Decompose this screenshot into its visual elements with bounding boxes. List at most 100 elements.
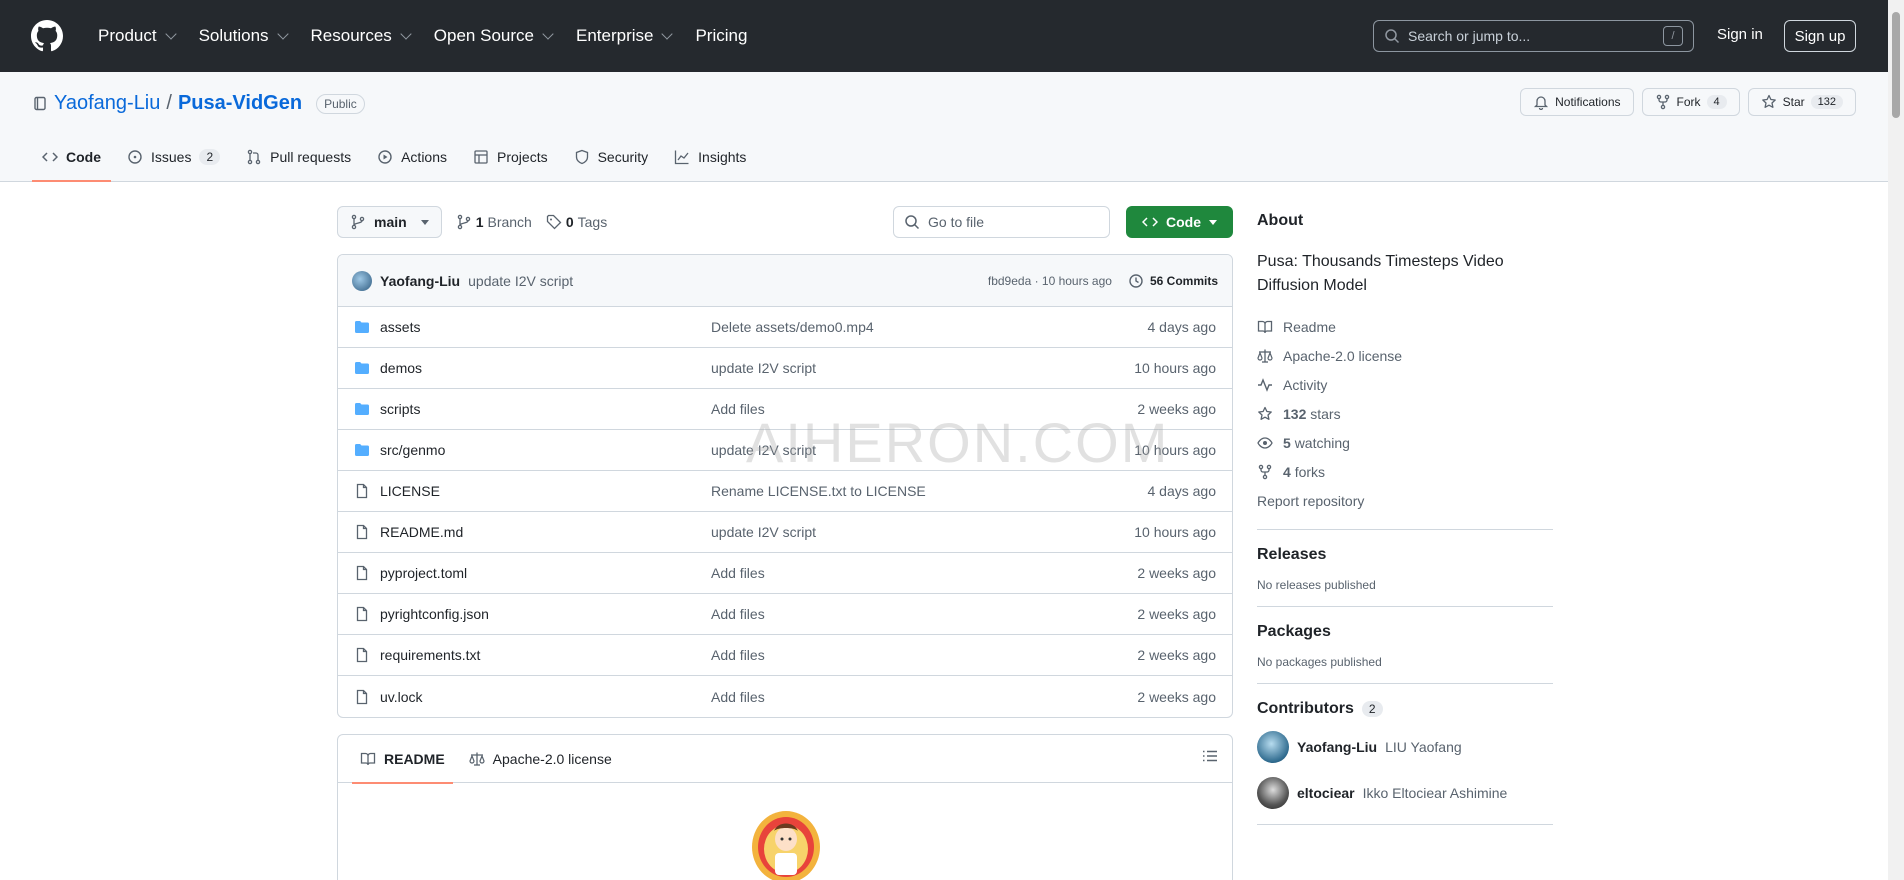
commits-history-link[interactable]: 56 Commits (1128, 273, 1218, 289)
avatar[interactable] (1257, 777, 1289, 809)
file-name-link[interactable]: pyrightconfig.json (380, 606, 489, 622)
topnav-solutions[interactable]: Solutions (189, 20, 297, 52)
topnav-enterprise[interactable]: Enterprise (566, 20, 681, 52)
releases-heading[interactable]: Releases (1257, 546, 1553, 564)
file-commit-message-link[interactable]: update I2V script (711, 524, 816, 540)
file-name-link[interactable]: scripts (380, 401, 420, 417)
go-to-file-input[interactable]: Go to file (893, 206, 1110, 238)
scrollbar-thumb[interactable] (1892, 12, 1900, 118)
tab-issues[interactable]: Issues 2 (117, 133, 230, 181)
file-name-link[interactable]: uv.lock (380, 689, 423, 705)
code-download-button[interactable]: Code (1126, 206, 1233, 238)
global-search-input[interactable]: Search or jump to... / (1373, 20, 1694, 52)
branches-link[interactable]: 1 Branch (456, 214, 532, 230)
license-link[interactable]: Apache-2.0 license (1257, 341, 1553, 370)
file-commit-message-link[interactable]: Add files (711, 689, 765, 705)
outline-list-icon[interactable] (1202, 748, 1218, 769)
divider (1257, 683, 1553, 684)
contributors-heading[interactable]: Contributors 2 (1257, 700, 1553, 718)
fork-button[interactable]: Fork 4 (1641, 88, 1740, 116)
file-row[interactable]: uv.lock Add files 2 weeks ago (338, 676, 1232, 717)
history-icon (1129, 273, 1143, 288)
file-commit-message-link[interactable]: Add files (711, 401, 765, 417)
chevron-down-icon (164, 28, 177, 40)
repo-header: Yaofang-Liu / Pusa-VidGen Public Notific… (0, 72, 1888, 182)
contributor-item[interactable]: Yaofang-Liu LIU Yaofang (1257, 730, 1553, 764)
page-scrollbar[interactable] (1888, 0, 1904, 880)
file-commit-message-link[interactable]: update I2V script (711, 442, 816, 458)
file-commit-message-link[interactable]: Rename LICENSE.txt to LICENSE (711, 483, 926, 499)
tags-link[interactable]: 0 Tags (546, 214, 607, 230)
notifications-button[interactable]: Notifications (1520, 88, 1634, 116)
star-button[interactable]: Star 132 (1747, 88, 1856, 116)
file-name-link[interactable]: assets (380, 319, 420, 335)
sign-up-button[interactable]: Sign up (1784, 20, 1856, 52)
commit-message-link[interactable]: update I2V script (468, 273, 573, 289)
github-logo-icon[interactable] (30, 19, 64, 53)
forks-link[interactable]: 4 forks (1257, 457, 1553, 486)
branch-selector-button[interactable]: main (337, 206, 442, 238)
sign-in-link[interactable]: Sign in (1717, 26, 1763, 43)
avatar[interactable] (1257, 731, 1289, 763)
file-commit-message-link[interactable]: Delete assets/demo0.mp4 (711, 319, 874, 335)
code-icon (1142, 217, 1158, 227)
tab-security[interactable]: Security (564, 133, 659, 181)
file-name-link[interactable]: README.md (380, 524, 463, 540)
contributor-full-name: Ikko Eltociear Ashimine (1362, 785, 1508, 801)
packages-heading[interactable]: Packages (1257, 623, 1553, 641)
tab-pull-requests[interactable]: Pull requests (236, 133, 361, 181)
file-name-link[interactable]: pyproject.toml (380, 565, 467, 581)
project-logo-image (752, 811, 820, 880)
folder-icon (354, 442, 374, 458)
file-commit-message-link[interactable]: Add files (711, 606, 765, 622)
file-commit-message-link[interactable]: Add files (711, 647, 765, 663)
file-name-link[interactable]: LICENSE (380, 483, 440, 499)
file-row[interactable]: scripts Add files 2 weeks ago (338, 389, 1232, 430)
contributor-item[interactable]: eltociear Ikko Eltociear Ashimine (1257, 776, 1553, 810)
file-name-link[interactable]: src/genmo (380, 442, 445, 458)
file-row[interactable]: README.md update I2V script 10 hours ago (338, 512, 1232, 553)
license-tab[interactable]: Apache-2.0 license (461, 735, 620, 783)
commit-hash-time[interactable]: fbd9eda · 10 hours ago (988, 274, 1112, 288)
topnav-open-source[interactable]: Open Source (424, 20, 562, 52)
tab-actions[interactable]: Actions (367, 133, 457, 181)
packages-empty-text: No packages published (1257, 655, 1382, 669)
file-row[interactable]: src/genmo update I2V script 10 hours ago (338, 430, 1232, 471)
file-row[interactable]: pyrightconfig.json Add files 2 weeks ago (338, 594, 1232, 635)
repo-owner-link[interactable]: Yaofang-Liu (54, 92, 160, 115)
tab-projects[interactable]: Projects (463, 133, 558, 181)
file-row[interactable]: demos update I2V script 10 hours ago (338, 348, 1232, 389)
divider (1257, 529, 1553, 530)
top-navigation: Product Solutions Resources Open Source … (88, 20, 757, 52)
file-commit-message-link[interactable]: Add files (711, 565, 765, 581)
file-row[interactable]: assets Delete assets/demo0.mp4 4 days ago (338, 307, 1232, 348)
topnav-product[interactable]: Product (88, 20, 185, 52)
stars-link[interactable]: 132 stars (1257, 399, 1553, 428)
search-placeholder: Search or jump to... (1408, 28, 1531, 44)
fork-label: Fork (1676, 95, 1701, 109)
visibility-badge: Public (316, 93, 365, 114)
star-icon (1761, 94, 1776, 108)
topnav-resources[interactable]: Resources (301, 20, 420, 52)
readme-link[interactable]: Readme (1257, 312, 1553, 341)
file-commit-time: 2 weeks ago (1137, 647, 1216, 663)
topnav-pricing[interactable]: Pricing (685, 20, 757, 52)
branch-count: 1 (475, 214, 484, 230)
file-commit-message-link[interactable]: update I2V script (711, 360, 816, 376)
activity-link[interactable]: Activity (1257, 370, 1553, 399)
file-row[interactable]: requirements.txt Add files 2 weeks ago (338, 635, 1232, 676)
avatar[interactable] (352, 270, 372, 291)
commit-author-link[interactable]: Yaofang-Liu (380, 273, 460, 289)
repo-name-link[interactable]: Pusa-VidGen (178, 92, 302, 115)
tab-code[interactable]: Code (32, 133, 111, 182)
file-name-link[interactable]: demos (380, 360, 422, 376)
file-name-link[interactable]: requirements.txt (380, 647, 480, 663)
star-label: Star (1782, 95, 1805, 109)
watchers-link[interactable]: 5 watching (1257, 428, 1553, 457)
file-row[interactable]: pyproject.toml Add files 2 weeks ago (338, 553, 1232, 594)
file-row[interactable]: LICENSE Rename LICENSE.txt to LICENSE 4 da… (338, 471, 1232, 512)
file-commit-time: 2 weeks ago (1137, 688, 1216, 705)
report-repository-link[interactable]: Report repository (1257, 486, 1553, 515)
readme-tab[interactable]: README (352, 735, 453, 784)
tab-insights[interactable]: Insights (664, 133, 756, 181)
